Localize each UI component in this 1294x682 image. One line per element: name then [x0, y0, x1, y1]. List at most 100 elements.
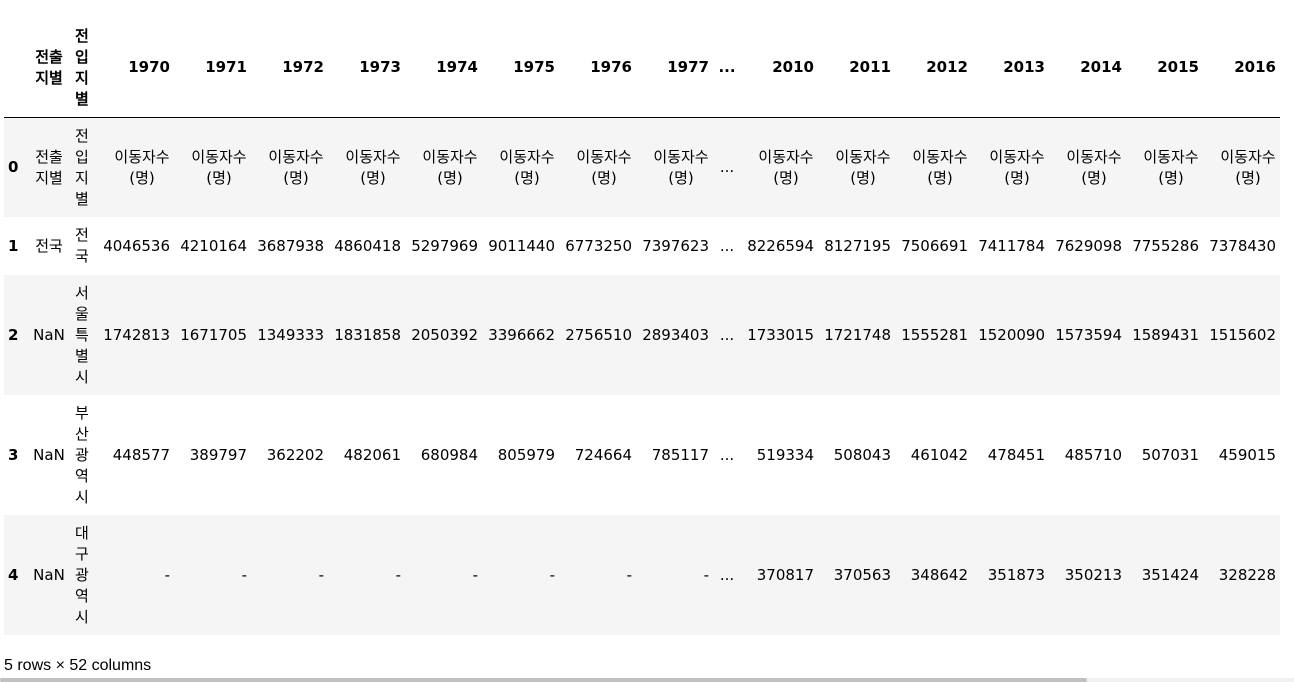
table-cell: 7397623	[642, 236, 709, 255]
cell-in-text: 부산광역시	[75, 403, 89, 506]
table-cell: 2893403	[642, 325, 709, 344]
table-cell: 5297969	[411, 236, 478, 255]
table-cell: 328228	[1218, 565, 1276, 584]
table-cell: 724664	[574, 445, 632, 464]
table-cell: 이동자수 (명)	[1203, 118, 1280, 218]
table-cell: 448577	[112, 445, 170, 464]
row-index: 4	[8, 565, 19, 584]
table-cell: 370817	[756, 565, 814, 584]
table-cell: 이동자수 (명)	[1049, 118, 1126, 218]
column-header: 1973	[328, 18, 405, 118]
table-cell: 370563	[833, 565, 891, 584]
scrollbar-thumb[interactable]	[0, 678, 1087, 682]
cell-text: 이동자수 (명)	[268, 147, 324, 187]
table-cell: 1515602	[1209, 325, 1276, 344]
table-cell: 이동자수 (명)	[251, 118, 328, 218]
table-cell: 507031	[1141, 445, 1199, 464]
table-cell: 1520090	[978, 325, 1045, 344]
table-cell: 2756510	[565, 325, 632, 344]
header-row: 전출지별 전입지별 1970 1971 1972 1973 1974 1975 1976 1977…	[4, 18, 1280, 118]
table-cell: 351873	[987, 565, 1045, 584]
cell-in-text: 전입지별	[75, 126, 89, 208]
table-row: 2 NaN 서울특별시 1742813 1671705 1349333 1831858 205…	[4, 275, 1280, 395]
column-header: 2013	[972, 18, 1049, 118]
table-cell: -	[395, 565, 401, 584]
table-cell: 350213	[1064, 565, 1122, 584]
table-cell: 7506691	[901, 236, 968, 255]
cell-text: 이동자수 (명)	[191, 147, 247, 187]
table-cell: 이동자수 (명)	[818, 118, 895, 218]
table-cell: 7411784	[978, 236, 1045, 255]
column-header: 2014	[1049, 18, 1126, 118]
table-cell: 389797	[189, 445, 247, 464]
table-cell: 7378430	[1209, 236, 1276, 255]
table-cell: -	[241, 565, 247, 584]
table-cell: 3687938	[257, 236, 324, 255]
table-cell: 459015	[1218, 445, 1276, 464]
table-cell: 362202	[266, 445, 324, 464]
table-cell: 4046536	[103, 236, 170, 255]
cell-out-text: 전국	[35, 236, 63, 255]
column-header: 1974	[405, 18, 482, 118]
table-cell: 2050392	[411, 325, 478, 344]
dataframe-table: 전출지별 전입지별 1970 1971 1972 1973 1974 1975 1976 1977…	[4, 18, 1280, 635]
row-index: 2	[8, 325, 19, 344]
header-out-col: 전출지별	[27, 18, 71, 118]
column-header: 2010	[741, 18, 818, 118]
cell-in-text: 대구광역시	[75, 523, 89, 626]
shape-caption: 5 rows × 52 columns	[4, 657, 152, 674]
cell-text: 이동자수 (명)	[912, 147, 968, 187]
table-cell: 485710	[1064, 445, 1122, 464]
table-cell: 805979	[497, 445, 555, 464]
table-cell: 이동자수 (명)	[1126, 118, 1203, 218]
cell-out-region: NaN	[27, 275, 71, 395]
table-cell: -	[164, 565, 170, 584]
cell-text: 이동자수 (명)	[653, 147, 709, 187]
table-cell: 785117	[651, 445, 709, 464]
table-cell: 이동자수 (명)	[895, 118, 972, 218]
header-in-label: 전입지별	[75, 26, 89, 108]
cell-out-region: 전출지별	[27, 118, 71, 218]
cell-out-region: 전국	[27, 217, 71, 275]
table-cell: 348642	[910, 565, 968, 584]
cell-in-region: 전국	[71, 217, 97, 275]
column-header: 2015	[1126, 18, 1203, 118]
table-row: 4 NaN 대구광역시 - - - - - - - -... 370817 370563 348642 35…	[4, 515, 1280, 635]
header-out-label: 전출지별	[35, 47, 63, 87]
table-cell: 이동자수 (명)	[97, 118, 174, 218]
column-header: 1975	[482, 18, 559, 118]
table-cell: 478451	[987, 445, 1045, 464]
cell-out-text: 전출지별	[35, 147, 63, 187]
table-cell: -	[626, 565, 632, 584]
table-cell: 1671705	[180, 325, 247, 344]
cell-out-region: NaN	[27, 395, 71, 515]
table-cell: 이동자수 (명)	[972, 118, 1049, 218]
table-row: 0 전출지별 전입지별 이동자수 (명) 이동자수 (명) 이동자수 (명) 이동자수 (명…	[4, 117, 1280, 218]
table-cell: 1831858	[334, 325, 401, 344]
table-body: 0 전출지별 전입지별 이동자수 (명) 이동자수 (명) 이동자수 (명) 이동자수 (명…	[4, 117, 1280, 635]
cell-in-text: 전국	[75, 226, 89, 265]
table-cell: 이동자수 (명)	[482, 118, 559, 218]
table-row: 3 NaN 부산광역시 448577 389797 362202 482061 680984 8…	[4, 395, 1280, 515]
cell-text: 이동자수 (명)	[576, 147, 632, 187]
header-index-cell	[4, 18, 27, 118]
cell-in-region: 부산광역시	[71, 395, 97, 515]
cell-text: 이동자수 (명)	[499, 147, 555, 187]
table-cell: 351424	[1141, 565, 1199, 584]
row-index: 1	[8, 236, 19, 255]
cell-text: 이동자수 (명)	[758, 147, 814, 187]
table-cell: -	[549, 565, 555, 584]
table-cell: 이동자수 (명)	[405, 118, 482, 218]
horizontal-scrollbar[interactable]	[0, 678, 1294, 682]
cell-out-region: NaN	[27, 515, 71, 635]
cell-text: 이동자수 (명)	[345, 147, 401, 187]
cell-text: 이동자수 (명)	[1066, 147, 1122, 187]
table-row: 1 전국 전국 4046536 4210164 3687938 4860418 5297969…	[4, 217, 1280, 275]
cell-in-text: 서울특별시	[75, 283, 89, 386]
table-header: 전출지별 전입지별 1970 1971 1972 1973 1974 1975 1976 1977…	[4, 18, 1280, 118]
table-cell: 이동자수 (명)	[328, 118, 405, 218]
row-index: 3	[8, 445, 19, 464]
table-cell: 461042	[910, 445, 968, 464]
table-cell: 8127195	[824, 236, 891, 255]
column-ellipsis: ...	[713, 18, 741, 118]
